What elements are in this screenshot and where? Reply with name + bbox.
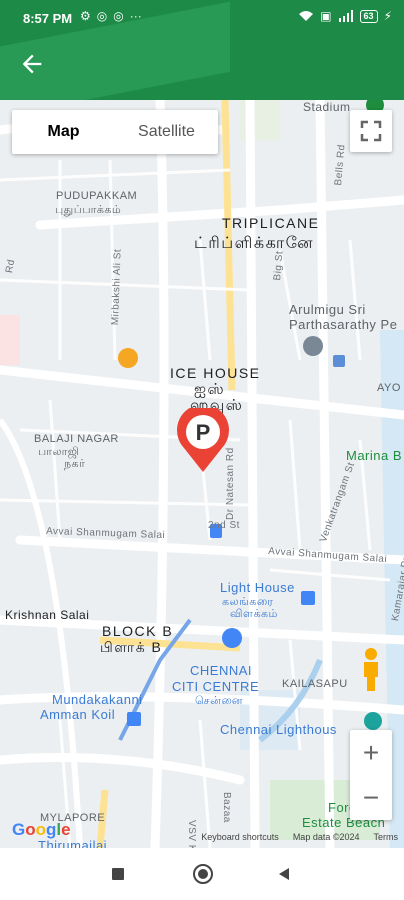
app-header: 8:57 PM ⚙ ◎ ◎ ··· ▣ 63 ⚡ — [0, 0, 404, 100]
battery-icon: 63 — [359, 9, 378, 23]
terms-link[interactable]: Terms — [374, 832, 399, 842]
label-marina: Marina B — [346, 448, 403, 463]
recents-icon[interactable] — [110, 866, 126, 882]
pegman-icon[interactable] — [356, 645, 386, 695]
notification-icon: ◎ — [96, 9, 108, 23]
label-bazaar: Bazaa — [221, 792, 232, 823]
map-view[interactable]: PUDUPAKKAM புதுப்பாக்கம் TRIPLICANE ட்ரி… — [0, 100, 404, 848]
back-nav-icon[interactable] — [276, 866, 292, 882]
label-chennai-citi-ta: சென்னை — [195, 695, 243, 707]
parking-marker-icon[interactable]: P — [174, 408, 232, 474]
label-block-b: BLOCK B — [102, 623, 174, 639]
label-balaji: BALAJI NAGAR — [34, 433, 119, 445]
label-chennai-lighthouse: Chennai Lighthous — [220, 722, 337, 737]
keyboard-shortcuts-link[interactable]: Keyboard shortcuts — [201, 832, 279, 842]
map-type-control: Map Satellite — [12, 110, 218, 154]
label-2nd-st: 2nd St — [208, 520, 240, 531]
charging-icon: ⚡ — [383, 9, 392, 23]
sim-icon: ▣ — [320, 9, 332, 23]
label-light-house: Light House — [220, 580, 295, 595]
label-triplicane: TRIPLICANE — [222, 215, 320, 231]
tab-satellite[interactable]: Satellite — [115, 110, 218, 154]
label-balaji-ta2: நகர் — [64, 458, 86, 470]
fullscreen-icon — [360, 120, 382, 142]
home-icon[interactable] — [192, 863, 214, 885]
label-rd: Rd — [4, 258, 18, 274]
wifi-icon — [299, 11, 314, 21]
label-vsv-koil: VSV Koil St — [186, 820, 197, 848]
label-block-b-ta: பிளாக் B — [100, 639, 163, 655]
label-stadium: Stadium — [303, 100, 351, 114]
zoom-out-button[interactable]: − — [350, 775, 392, 820]
fullscreen-button[interactable] — [350, 110, 392, 152]
map-attribution: Keyboard shortcuts Map data ©2024 Terms — [201, 832, 398, 842]
label-chennai-citi-2: CITI CENTRE — [172, 679, 260, 694]
zoom-in-button[interactable]: + — [350, 730, 392, 775]
status-bar: 8:57 PM ⚙ ◎ ◎ ··· ▣ 63 ⚡ — [0, 0, 404, 38]
system-navbar — [0, 848, 404, 900]
more-icon: ··· — [129, 9, 142, 23]
label-pudupakkam: PUDUPAKKAM — [56, 190, 138, 202]
label-temple-1: Arulmigu Sri — [289, 302, 366, 317]
label-pudupakkam-ta: புதுப்பாக்கம் — [55, 204, 122, 216]
label-chennai-citi-1: CHENNAI — [190, 663, 253, 678]
app-icon: ◎ — [113, 9, 124, 23]
label-ice-house: ICE HOUSE — [170, 365, 261, 381]
label-ayo: AYO — [377, 382, 401, 394]
status-icons-left: ⚙ ◎ ◎ ··· — [80, 9, 142, 23]
tab-map[interactable]: Map — [12, 110, 115, 154]
map-data-text: Map data ©2024 — [292, 832, 360, 842]
gear-icon: ⚙ — [80, 9, 91, 23]
label-temple-2: Parthasarathy Pe — [289, 317, 398, 332]
status-time: 8:57 PM — [23, 11, 73, 26]
google-logo: Google — [12, 820, 71, 839]
status-icons-right: ▣ 63 ⚡ — [298, 9, 392, 23]
signal-icon — [338, 10, 353, 22]
label-triplicane-ta: ட்ரிப்ளிக்கானே — [194, 235, 315, 252]
label-krishnan: Krishnan Salai — [5, 608, 90, 622]
label-light-house-ta2: விளக்கம் — [230, 608, 278, 620]
arrow-left-icon[interactable] — [18, 50, 46, 78]
zoom-control: + − — [350, 730, 392, 820]
label-kailasapuram: KAILASAPU — [282, 678, 348, 690]
marker-label: P — [196, 420, 211, 445]
label-mundakakanni-1: Mundakakanni — [52, 692, 143, 707]
label-mundakakanni-2: Amman Koil — [40, 707, 116, 722]
